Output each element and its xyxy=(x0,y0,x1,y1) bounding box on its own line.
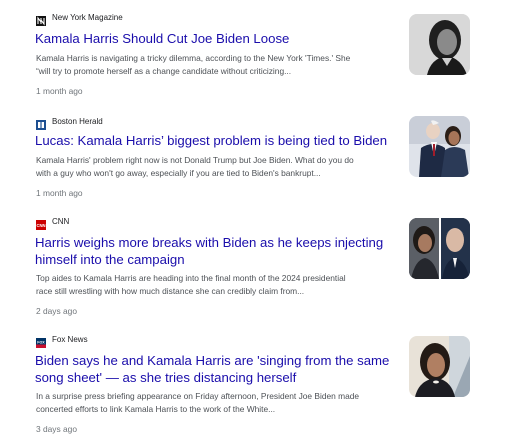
snippet-line: with a guy who won't go away, especially… xyxy=(36,168,321,178)
biden-harris-photo xyxy=(409,116,470,177)
headline-line: Harris weighs more breaks with Biden as … xyxy=(35,235,384,250)
news-article-card[interactable]: New York Magazine Kamala Harris Should C… xyxy=(0,12,530,102)
article-snippet: Kamala Harris is navigating a tricky dil… xyxy=(36,52,396,78)
article-age: 3 days ago xyxy=(36,424,77,434)
article-thumbnail[interactable] xyxy=(409,14,470,75)
article-source: FOX Fox News xyxy=(36,334,88,348)
kamala-harris-portrait-photo xyxy=(409,14,470,75)
svg-text:CNN: CNN xyxy=(36,223,45,228)
headline-line: song sheet' — as she tries distancing he… xyxy=(35,370,297,385)
article-thumbnail[interactable] xyxy=(409,116,470,177)
snippet-line: “will try to promote herself as a change… xyxy=(36,66,292,76)
snippet-line: race still wrestling with how much dista… xyxy=(36,286,305,296)
news-article-card[interactable]: FOX Fox News Biden says he and Kamala Ha… xyxy=(0,334,530,438)
snippet-line: In a surprise press briefing appearance … xyxy=(36,391,360,401)
article-snippet: In a surprise press briefing appearance … xyxy=(36,390,396,416)
article-source: Boston Herald xyxy=(36,116,103,130)
svg-text:FOX: FOX xyxy=(37,341,45,345)
article-age: 1 month ago xyxy=(36,86,83,96)
source-name: New York Magazine xyxy=(52,13,123,22)
headline-line: Biden says he and Kamala Harris are 'sin… xyxy=(35,353,390,368)
snippet-line: concerted efforts to link Kamala Harris … xyxy=(36,404,276,414)
article-source: CNN CNN xyxy=(36,216,70,230)
article-source: New York Magazine xyxy=(36,12,123,26)
news-article-card[interactable]: Boston Herald Lucas: Kamala Harris’ bigg… xyxy=(0,116,530,206)
news-feed: New York Magazine Kamala Harris Should C… xyxy=(0,0,530,442)
headline-line: himself into the campaign xyxy=(35,252,185,267)
snippet-line: Kamala Harris' problem right now is not … xyxy=(36,155,354,165)
article-age: 2 days ago xyxy=(36,306,77,316)
article-headline[interactable]: Harris weighs more breaks with Biden as … xyxy=(35,234,395,268)
source-name: Fox News xyxy=(52,335,88,344)
article-thumbnail[interactable] xyxy=(409,336,470,397)
fox-news-logo-icon: FOX xyxy=(36,335,46,348)
article-snippet: Top aides to Kamala Harris are heading i… xyxy=(36,272,396,298)
article-age: 1 month ago xyxy=(36,188,83,198)
article-snippet: Kamala Harris' problem right now is not … xyxy=(36,154,396,180)
article-headline[interactable]: Kamala Harris Should Cut Joe Biden Loose xyxy=(35,30,395,47)
article-headline[interactable]: Lucas: Kamala Harris’ biggest problem is… xyxy=(35,132,395,149)
source-name: Boston Herald xyxy=(52,117,103,126)
source-name: CNN xyxy=(52,217,70,226)
nymag-logo-icon xyxy=(36,13,46,26)
boston-herald-logo-icon xyxy=(36,117,46,130)
news-article-card[interactable]: CNN CNN Harris weighs more breaks with B… xyxy=(0,216,530,316)
article-thumbnail[interactable] xyxy=(409,218,470,279)
kamala-harris-photo xyxy=(409,336,470,397)
cnn-logo-icon: CNN xyxy=(36,217,46,230)
snippet-line: Top aides to Kamala Harris are heading i… xyxy=(36,273,346,283)
article-headline[interactable]: Biden says he and Kamala Harris are 'sin… xyxy=(35,352,395,386)
snippet-line: Kamala Harris is navigating a tricky dil… xyxy=(36,53,351,63)
harris-biden-split-photo xyxy=(409,218,470,279)
